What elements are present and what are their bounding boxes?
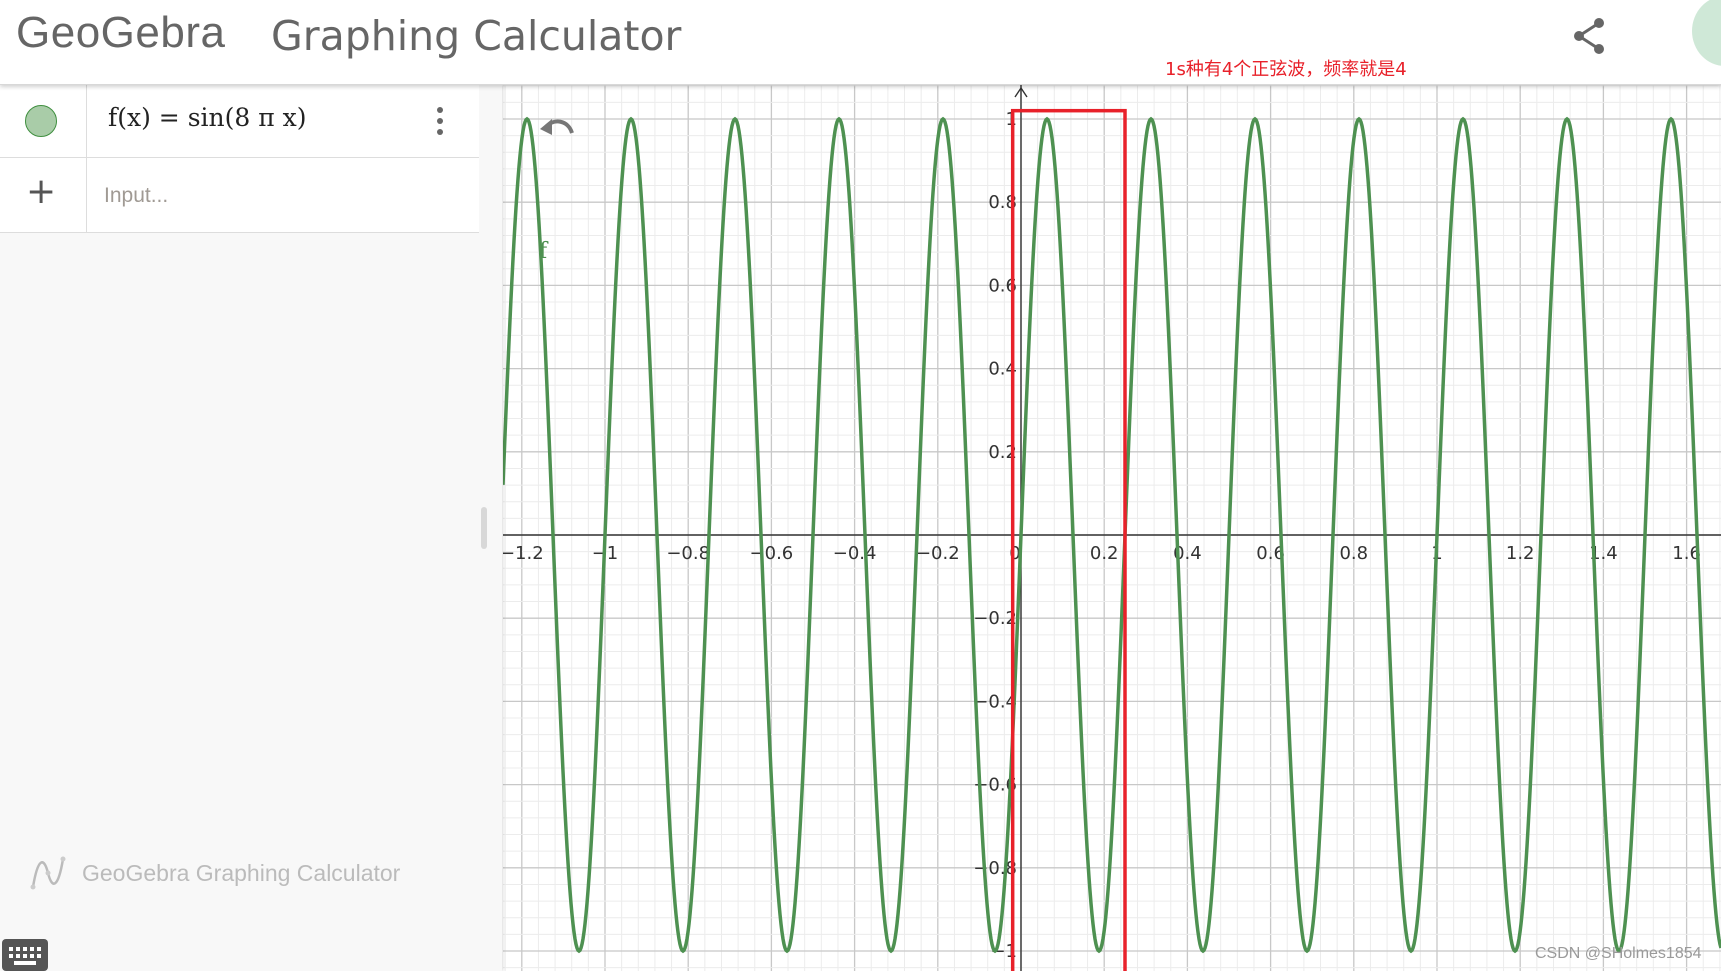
undo-icon[interactable] bbox=[540, 115, 576, 143]
graphics-view[interactable]: −1.2 −1 −0.8 −0.6 −0.4 −0.2 0 0.2 0.4 0.6 0.8 1 1.2 1… bbox=[503, 85, 1721, 971]
algebra-item[interactable]: f(x) = sin(8 π x) bbox=[0, 85, 479, 158]
keyboard-icon[interactable] bbox=[2, 939, 48, 971]
app-title: Graphing Calculator bbox=[271, 12, 682, 60]
y-tick-label: −0.2 bbox=[973, 608, 1017, 629]
plus-icon[interactable]: + bbox=[26, 174, 56, 210]
function-label[interactable]: f bbox=[539, 239, 549, 264]
x-tick-label: −0.8 bbox=[666, 543, 710, 564]
x-tick-label: −0.4 bbox=[833, 543, 877, 564]
x-tick-label: −0.6 bbox=[750, 543, 794, 564]
x-tick-label: 0.8 bbox=[1339, 543, 1368, 564]
x-tick-label: −1.2 bbox=[503, 543, 544, 564]
algebra-view: f(x) = sin(8 π x) + GeoGebra Graphing Ca… bbox=[0, 85, 502, 971]
algebra-input[interactable] bbox=[102, 178, 466, 214]
share-icon[interactable] bbox=[1571, 16, 1607, 56]
geogebra-logo[interactable]: GeoGebra bbox=[16, 8, 225, 58]
brand-label: GeoGebra Graphing Calculator bbox=[82, 860, 401, 886]
x-tick-label: 0.2 bbox=[1090, 543, 1119, 564]
watermark: CSDN @SHolmes1854 bbox=[1535, 945, 1702, 962]
annotation-text: 1s种有4个正弦波，频率就是4 bbox=[1165, 59, 1407, 80]
y-tick-label: −0.8 bbox=[973, 858, 1017, 879]
graphing-logo-icon bbox=[30, 856, 66, 890]
resize-handle[interactable] bbox=[481, 507, 487, 549]
visibility-toggle[interactable] bbox=[25, 105, 57, 137]
input-marker: + bbox=[0, 158, 87, 232]
input-row: + bbox=[0, 158, 479, 233]
expression-text[interactable]: f(x) = sin(8 π x) bbox=[108, 103, 306, 132]
y-tick-label: −0.4 bbox=[973, 691, 1017, 712]
header: GeoGebra Graphing Calculator bbox=[0, 0, 1721, 85]
help-icon[interactable] bbox=[1692, 0, 1721, 66]
highlight-box bbox=[1010, 108, 1127, 971]
more-options-icon[interactable] bbox=[432, 105, 448, 137]
x-tick-label: 1.2 bbox=[1506, 543, 1535, 564]
item-marker bbox=[0, 85, 87, 157]
x-tick-label: −0.2 bbox=[916, 543, 960, 564]
brand-link[interactable]: GeoGebra Graphing Calculator bbox=[30, 855, 400, 895]
